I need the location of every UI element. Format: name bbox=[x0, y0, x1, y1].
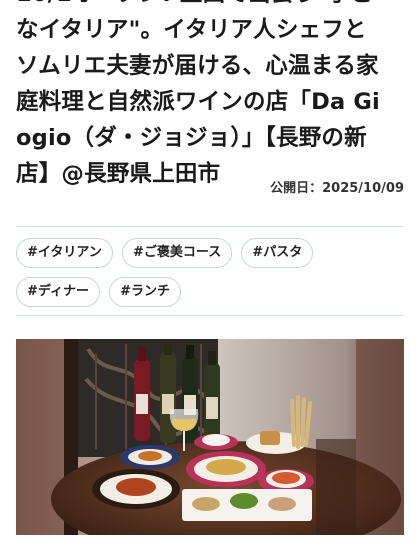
tag-list: #イタリアン #ご褒美コース #パスタ #ディナー #ランチ bbox=[16, 238, 408, 316]
tag-lunch[interactable]: #ランチ bbox=[109, 277, 181, 307]
title-line: なイタリア"。イタリア人シェフと bbox=[16, 17, 367, 43]
title-line: ogio（ダ・ジョジョ）」【長野の新 bbox=[16, 125, 367, 151]
tag-reward-course[interactable]: #ご褒美コース bbox=[121, 238, 233, 268]
divider bbox=[16, 226, 404, 227]
title-line: 10/1オープン! 上田で出会う"手ご bbox=[16, 0, 408, 12]
tag-pasta[interactable]: #パスタ bbox=[241, 238, 314, 268]
tag-dinner[interactable]: #ディナー bbox=[16, 277, 100, 307]
article: 10/1オープン! 上田で出会う"手ご なイタリア"。イタリア人シェフと ソムリ… bbox=[0, 0, 420, 560]
divider bbox=[16, 315, 404, 316]
published-date: 公開日：2025/10/09 bbox=[270, 181, 404, 196]
food-photo-illustration bbox=[16, 339, 404, 535]
title-line: 庭料理と自然派ワインの店「Da Gi bbox=[16, 89, 380, 115]
title-line: ソムリエ夫妻が届ける、心温まる家 bbox=[16, 53, 379, 79]
article-hero-image bbox=[16, 339, 404, 535]
article-title: 10/1オープン! 上田で出会う"手ご なイタリア"。イタリア人シェフと ソムリ… bbox=[16, 0, 408, 192]
tag-italian[interactable]: #イタリアン bbox=[16, 238, 113, 268]
